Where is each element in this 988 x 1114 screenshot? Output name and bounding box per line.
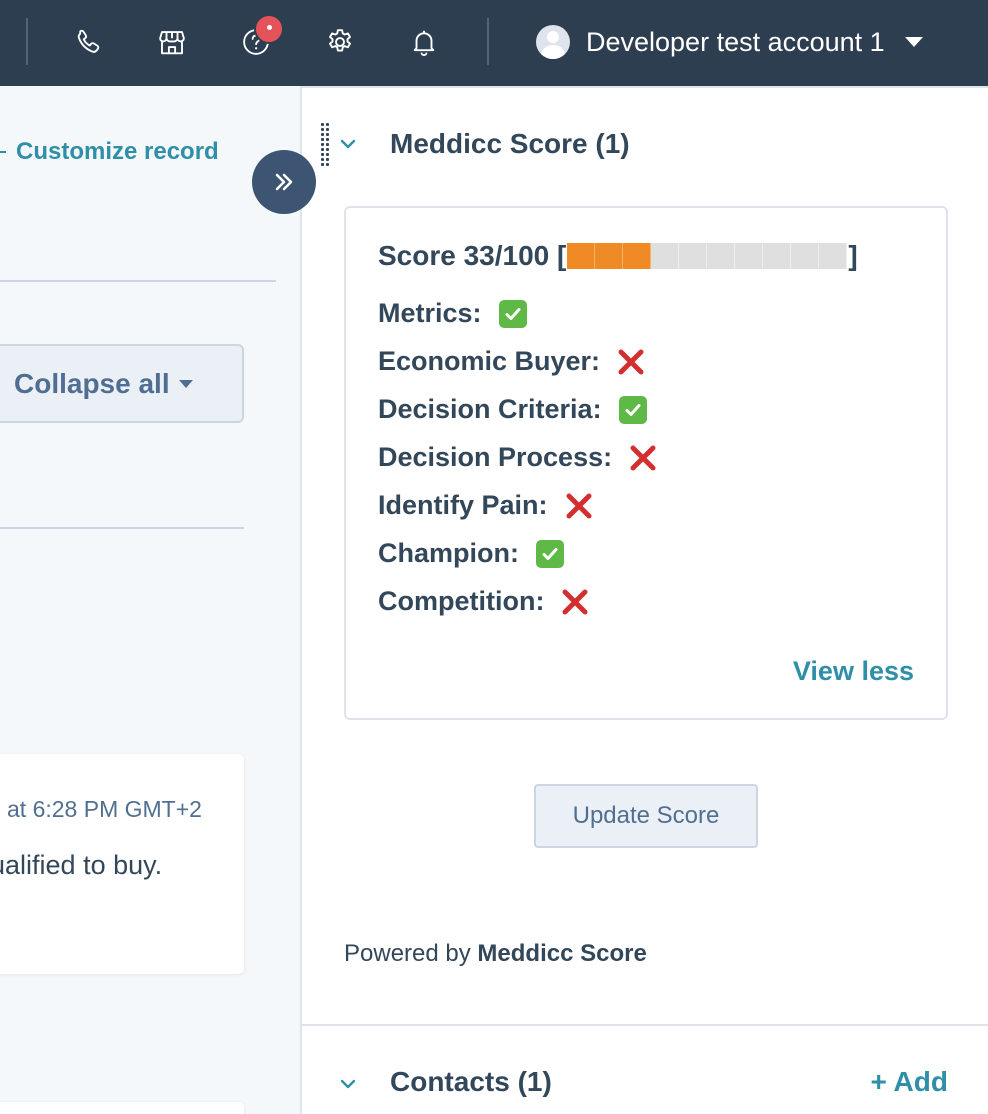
drag-handle-icon[interactable] <box>320 122 330 166</box>
cross-icon <box>564 491 594 521</box>
add-contact-link[interactable]: + Add <box>870 1066 948 1098</box>
score-progress-bar <box>567 243 848 269</box>
criterion-label: Decision Criteria: <box>378 394 602 424</box>
meddicc-score-card: Score 33/100 [ ] Metrics: Economic Buyer:… <box>344 206 948 720</box>
account-menu[interactable]: Developer test account 1 <box>536 20 923 64</box>
progress-cell-filled <box>595 243 624 269</box>
activity-card[interactable]: at 6:28 PM GMT+2 ualified to buy. <box>0 754 244 974</box>
progress-cell-empty <box>819 243 848 269</box>
collapse-all-label: Collapse all <box>14 367 170 399</box>
powered-by-text: Powered by Meddicc Score <box>344 940 647 968</box>
criterion-row: Economic Buyer: <box>378 346 646 377</box>
chevron-down-icon[interactable] <box>338 134 358 154</box>
check-icon <box>498 299 528 329</box>
caret-down-icon <box>178 379 193 388</box>
divider <box>0 527 244 529</box>
account-name: Developer test account 1 <box>586 26 885 57</box>
divider <box>0 280 276 282</box>
double-chevron-right-icon <box>275 173 293 191</box>
progress-cell-empty <box>707 243 736 269</box>
criterion-row: Decision Process: <box>378 442 658 473</box>
record-main-column: Customize record Collapse all at 6:28 PM… <box>0 86 300 1114</box>
nav-divider <box>487 18 489 65</box>
customize-record-label: Customize record <box>16 138 219 165</box>
score-line: Score 33/100 [ ] <box>378 240 858 272</box>
divider <box>302 1024 988 1026</box>
progress-cell-empty <box>679 243 708 269</box>
criterion-row: Metrics: <box>378 298 528 329</box>
progress-cell-empty <box>763 243 792 269</box>
activity-text: ualified to buy. <box>0 850 163 880</box>
meddicc-section-title[interactable]: Meddicc Score (1) <box>390 128 630 160</box>
criterion-label: Champion: <box>378 538 519 568</box>
nav-divider <box>26 18 28 65</box>
chevron-down-icon[interactable] <box>338 1074 358 1094</box>
criterion-label: Identify Pain: <box>378 490 548 520</box>
progress-cell-empty <box>651 243 680 269</box>
customize-record-link[interactable]: Customize record <box>0 138 219 166</box>
contacts-section-title[interactable]: Contacts (1) <box>390 1066 552 1098</box>
progress-cell-filled <box>623 243 652 269</box>
dash-icon <box>0 151 6 153</box>
phone-icon[interactable] <box>70 22 108 62</box>
criterion-row: Decision Criteria: <box>378 394 648 425</box>
right-sidebar: Meddicc Score (1) Score 33/100 [ ] Metri… <box>300 86 988 1114</box>
check-icon <box>618 395 648 425</box>
cross-icon <box>560 587 590 617</box>
activity-card[interactable] <box>0 1102 244 1114</box>
powered-by-prefix: Powered by <box>344 940 471 967</box>
cross-icon <box>616 347 646 377</box>
view-less-link[interactable]: View less <box>793 656 914 687</box>
score-label: Score 33/100 [ <box>378 240 567 271</box>
settings-icon[interactable] <box>321 22 359 62</box>
progress-cell-empty <box>791 243 820 269</box>
expand-sidebar-button[interactable] <box>252 150 316 214</box>
criterion-label: Decision Process: <box>378 442 613 472</box>
criterion-label: Competition: <box>378 586 545 616</box>
activity-timestamp: at 6:28 PM GMT+2 <box>7 796 202 822</box>
progress-cell-empty <box>735 243 764 269</box>
bell-icon[interactable] <box>405 22 443 62</box>
collapse-all-button[interactable]: Collapse all <box>0 344 244 423</box>
criterion-row: Competition: <box>378 586 590 617</box>
check-icon <box>535 539 565 569</box>
update-score-button[interactable]: Update Score <box>534 784 758 848</box>
criterion-row: Identify Pain: <box>378 490 594 521</box>
notification-badge <box>254 14 284 44</box>
top-navigation-bar: Developer test account 1 <box>0 0 988 86</box>
criterion-label: Economic Buyer: <box>378 346 601 376</box>
powered-by-name: Meddicc Score <box>477 940 647 967</box>
caret-down-icon <box>904 37 923 47</box>
marketplace-icon[interactable] <box>153 22 191 62</box>
criterion-row: Champion: <box>378 538 565 569</box>
avatar <box>536 25 570 59</box>
criterion-label: Metrics: <box>378 298 482 328</box>
score-bracket-close: ] <box>848 240 858 271</box>
cross-icon <box>628 443 658 473</box>
progress-cell-filled <box>567 243 596 269</box>
